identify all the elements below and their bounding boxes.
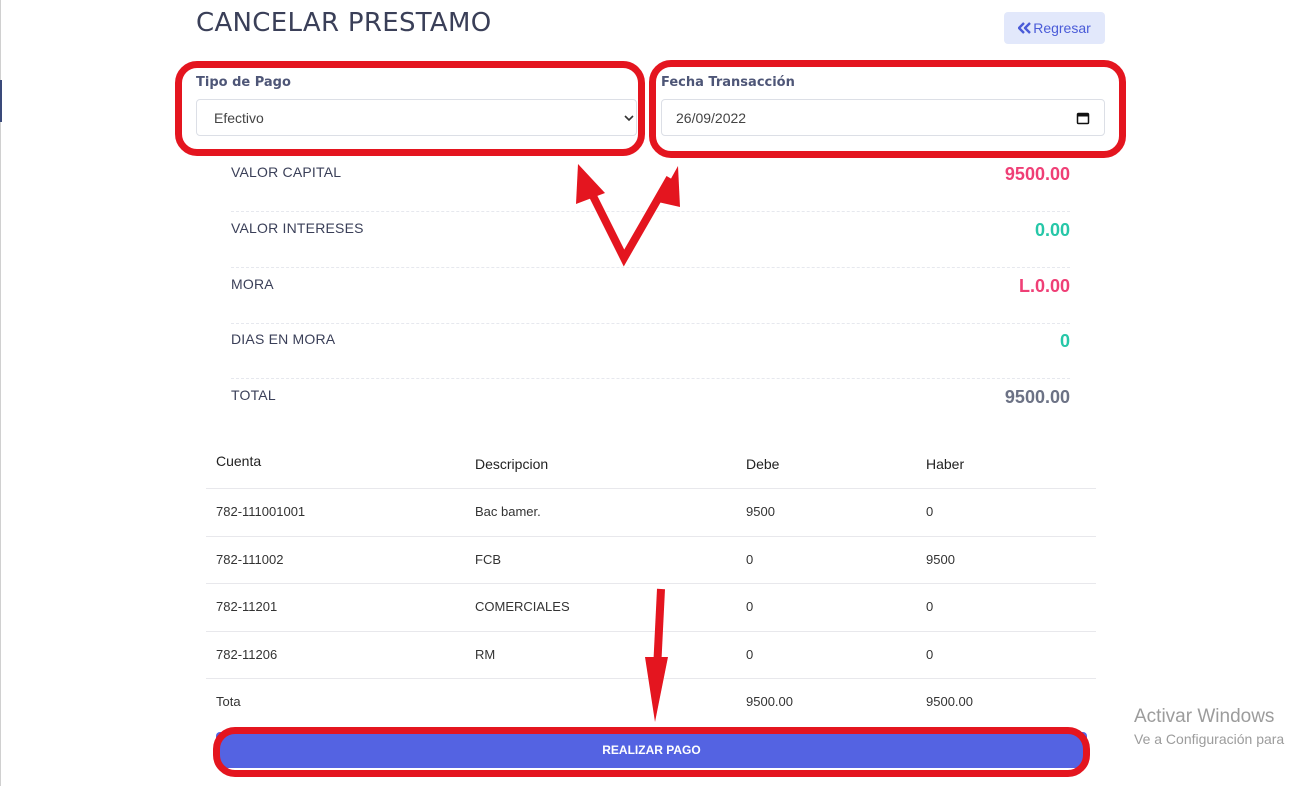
table-row: 782-111001001 Bac bamer. 9500 0 — [206, 489, 1096, 537]
summary-label: DIAS EN MORA — [231, 331, 336, 347]
description-cell: FCB — [475, 551, 501, 567]
credit-cell: 9500 — [926, 551, 955, 567]
summary-label: TOTAL — [231, 387, 276, 403]
account-cell: 782-11206 — [216, 646, 278, 662]
summary-row-capital: VALOR CAPITAL 9500.00 — [231, 156, 1070, 212]
account-cell: 782-11201 — [216, 599, 278, 614]
description-cell: COMERCIALES — [475, 599, 570, 614]
credit-cell: 0 — [926, 646, 934, 662]
summary-row-days-late: DIAS EN MORA 0 — [231, 323, 1070, 379]
highlight-payment-type — [175, 61, 645, 156]
summary-row-interest: VALOR INTERESES 0.00 — [231, 212, 1070, 268]
credit-cell: 0 — [926, 504, 934, 519]
column-header: Haber — [926, 456, 965, 472]
back-button-label: Regresar — [1033, 20, 1091, 36]
summary-value: 9500.00 — [1004, 164, 1070, 184]
table-header-row: Cuenta Descripcion Debe Haber — [206, 443, 1096, 489]
summary-label: VALOR CAPITAL — [231, 164, 342, 180]
page-title: CANCELAR PRESTAMO — [196, 8, 492, 38]
double-chevron-left-icon — [1018, 22, 1032, 34]
back-button[interactable]: Regresar — [1004, 12, 1105, 44]
ledger-table: Cuenta Descripcion Debe Haber 782-111001… — [206, 443, 1096, 726]
column-header: Descripcion — [475, 456, 549, 472]
highlight-pay-button — [213, 727, 1090, 777]
summary-label: VALOR INTERESES — [231, 220, 364, 236]
total-debit: 9500.00 — [746, 694, 793, 709]
total-credit: 9500.00 — [926, 694, 973, 709]
account-cell: 782-111002 — [216, 551, 284, 567]
summary-value: L.0.00 — [1018, 276, 1070, 296]
debit-cell: 0 — [746, 646, 754, 662]
summary-row-total: TOTAL 9500.00 — [231, 379, 1070, 435]
table-row: 782-11201 COMERCIALES 0 0 — [206, 584, 1096, 632]
table-row: 782-111002 FCB 0 9500 — [206, 537, 1096, 584]
summary-label: MORA — [231, 276, 274, 292]
windows-activation-subtitle: Ve a Configuración para — [1134, 731, 1285, 747]
windows-activation-title: Activar Windows — [1134, 706, 1275, 727]
description-cell: RM — [475, 646, 496, 662]
summary-value: 0 — [1059, 331, 1070, 351]
sidebar-edge-accent — [0, 80, 2, 122]
description-cell: Bac bamer. — [475, 504, 541, 519]
highlight-transaction-date — [649, 60, 1126, 158]
table-row: 782-11206 RM 0 0 — [206, 632, 1096, 679]
column-header: Debe — [746, 456, 780, 472]
summary-row-mora: MORA L.0.00 — [231, 268, 1070, 324]
column-header: Cuenta — [216, 453, 262, 469]
credit-cell: 0 — [926, 599, 934, 614]
debit-cell: 9500 — [746, 504, 775, 519]
debit-cell: 0 — [746, 551, 754, 567]
total-label: Tota — [216, 694, 241, 709]
summary-value: 0.00 — [1034, 220, 1070, 240]
debit-cell: 0 — [746, 599, 754, 614]
table-total-row: Tota 9500.00 9500.00 — [206, 679, 1096, 726]
account-cell: 782-111001001 — [216, 504, 306, 519]
summary-value: 9500.00 — [1004, 387, 1070, 407]
